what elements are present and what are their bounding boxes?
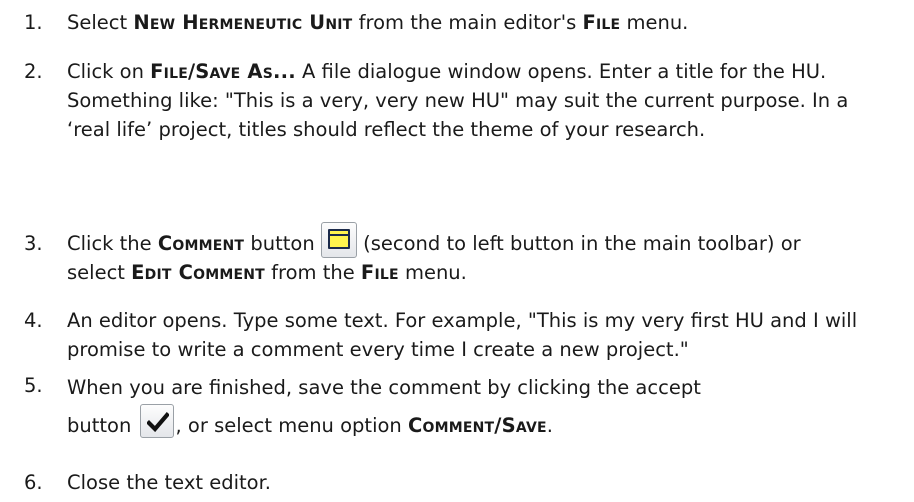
- text-run: menu.: [398, 261, 467, 284]
- menu-term: Edit Comment: [131, 261, 265, 284]
- menu-term: File/Save As...: [150, 60, 296, 83]
- step-text: An editor opens. Type some text. For exa…: [67, 306, 892, 364]
- step-number: 5.: [24, 374, 43, 397]
- step-number: 3.: [24, 232, 43, 255]
- step-6: 6. Close the text editor.: [0, 468, 914, 497]
- text-run: button: [244, 232, 321, 255]
- step-number: 4.: [24, 309, 43, 332]
- text-run: menu.: [620, 11, 689, 34]
- text-run: Click on: [67, 60, 151, 83]
- text-run: from the main editor's: [352, 11, 583, 34]
- step-text: Select New Hermeneutic Unit from the mai…: [67, 8, 897, 37]
- text-run: from the: [264, 261, 361, 284]
- step-number: 6.: [24, 471, 43, 494]
- step-number: 1.: [24, 11, 43, 34]
- text-run: An editor opens. Type some text. For exa…: [67, 309, 858, 361]
- instruction-list: 1. Select New Hermeneutic Unit from the …: [0, 0, 914, 502]
- step-text: When you are finished, save the comment …: [67, 371, 707, 442]
- menu-term: Comment: [157, 232, 245, 255]
- menu-term: Comment/Save: [407, 414, 547, 437]
- step-number: 2.: [24, 60, 43, 83]
- step-text: Click on File/Save As... A file dialogue…: [67, 57, 875, 144]
- step-5: 5. When you are finished, save the comme…: [0, 371, 914, 442]
- menu-term: New Hermeneutic Unit: [133, 11, 353, 34]
- step-3: 3. Click the Comment button (second to l…: [0, 222, 914, 287]
- step-text: Click the Comment button (second to left…: [67, 222, 837, 287]
- comment-window-icon: [320, 222, 357, 258]
- step-2: 2. Click on File/Save As... A file dialo…: [0, 57, 914, 144]
- text-run: .: [546, 414, 553, 437]
- step-4: 4. An editor opens. Type some text. For …: [0, 306, 914, 364]
- checkmark-icon: [139, 404, 174, 438]
- menu-term: File: [582, 11, 621, 34]
- text-run: , or select menu option: [175, 414, 408, 437]
- step-1: 1. Select New Hermeneutic Unit from the …: [0, 8, 914, 37]
- text-run: Select: [67, 11, 134, 34]
- text-run: Close the text editor.: [67, 471, 271, 494]
- text-run: Click the: [67, 232, 158, 255]
- menu-term: File: [360, 261, 399, 284]
- step-text: Close the text editor.: [67, 468, 897, 497]
